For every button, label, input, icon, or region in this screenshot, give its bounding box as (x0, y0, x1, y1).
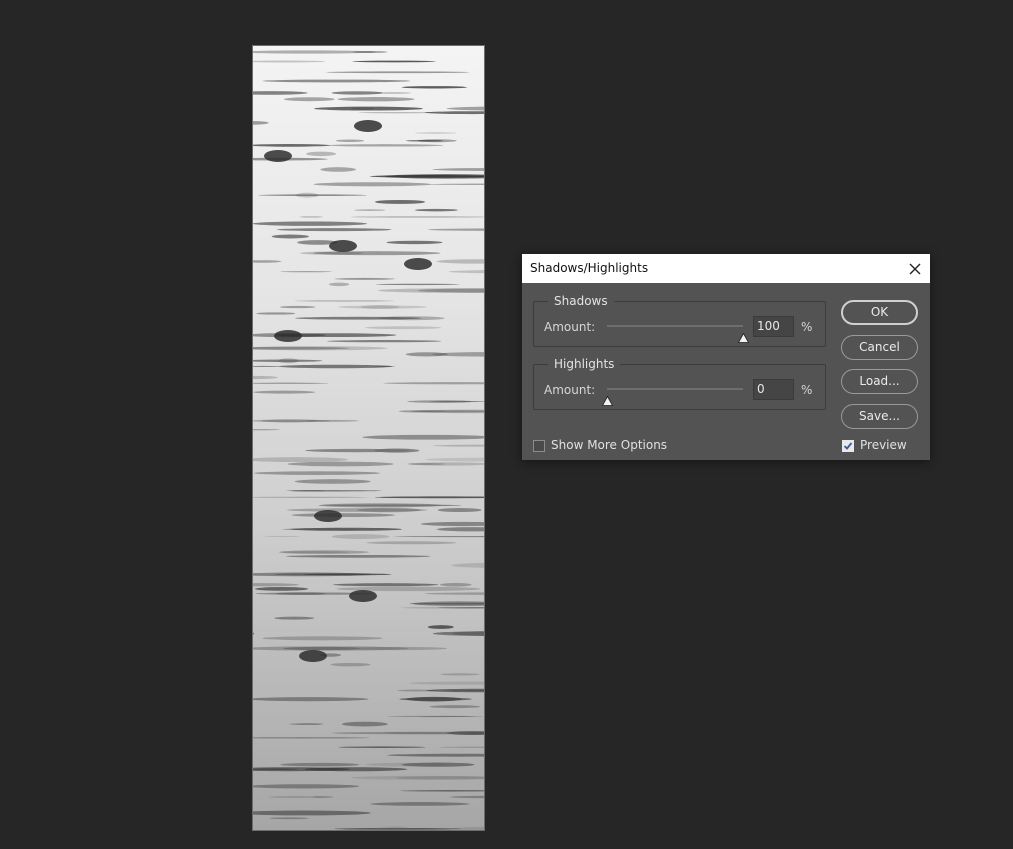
highlights-amount-slider[interactable] (601, 387, 743, 406)
shadows-amount-input[interactable]: 100 (753, 316, 794, 337)
dialog-title: Shadows/Highlights (530, 261, 649, 275)
highlights-percent-unit: % (801, 383, 813, 397)
shadows-slider-track[interactable] (607, 325, 743, 327)
highlights-amount-input[interactable]: 0 (753, 379, 794, 400)
slider-thumb-icon[interactable] (737, 328, 750, 343)
dialog-titlebar: Shadows/Highlights (522, 254, 930, 283)
preview-label[interactable]: Preview (860, 438, 907, 452)
shadows-amount-label: Amount: (544, 320, 596, 334)
shadows-legend: Shadows (548, 293, 614, 309)
highlights-group: Highlights Amount: 0 % (533, 356, 826, 410)
close-icon[interactable] (908, 261, 922, 275)
highlights-legend: Highlights (548, 356, 621, 372)
ok-button[interactable]: OK (841, 300, 918, 325)
save-button[interactable]: Save... (841, 404, 918, 429)
shadows-amount-slider[interactable] (607, 324, 750, 343)
shadows-percent-unit: % (801, 320, 813, 334)
bark-texture (253, 50, 484, 830)
load-button[interactable]: Load... (841, 369, 918, 394)
document-canvas-image (252, 45, 485, 831)
shadows-highlights-dialog: Shadows/Highlights Shadows Amount: 100 %… (522, 254, 930, 460)
highlights-amount-label: Amount: (544, 383, 596, 397)
shadows-group: Shadows Amount: 100 % (533, 293, 826, 347)
checkmark-icon (843, 442, 853, 450)
slider-thumb-icon[interactable] (601, 391, 614, 406)
show-more-options-checkbox[interactable] (533, 440, 545, 452)
preview-checkbox[interactable] (842, 440, 854, 452)
highlights-slider-track[interactable] (607, 388, 743, 390)
show-more-options-label[interactable]: Show More Options (551, 438, 667, 452)
cancel-button[interactable]: Cancel (841, 335, 918, 360)
